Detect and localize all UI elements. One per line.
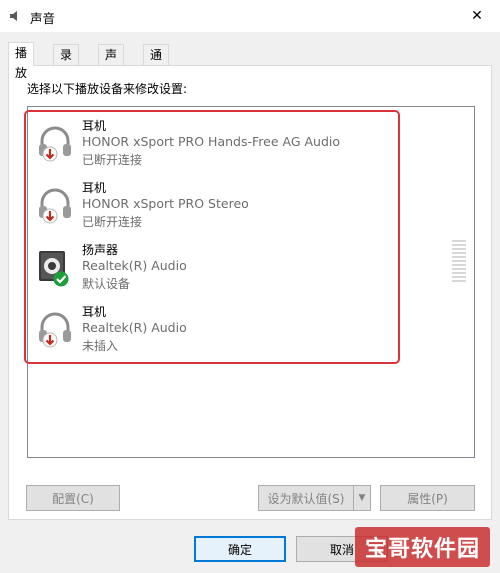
- chevron-down-icon: ▼: [358, 493, 366, 503]
- tab-sounds[interactable]: 声音: [98, 44, 125, 82]
- set-default-dropdown[interactable]: ▼: [354, 485, 371, 511]
- speaker-app-icon: [10, 11, 17, 21]
- instructions-label: 选择以下播放设备来修改设置:: [27, 82, 188, 96]
- properties-button[interactable]: 属性(P): [380, 485, 475, 511]
- tab-playback[interactable]: 播放: [8, 42, 35, 80]
- close-button[interactable]: ✕: [454, 0, 500, 32]
- set-default-button[interactable]: 设为默认值(S): [258, 485, 354, 511]
- configure-button[interactable]: 配置(C): [26, 485, 120, 511]
- tab-communications[interactable]: 通信: [143, 44, 170, 82]
- close-icon: ✕: [471, 8, 483, 24]
- window-title: 声音: [30, 11, 56, 26]
- ok-button[interactable]: 确定: [194, 536, 286, 562]
- title-bar: 声音 ✕: [0, 0, 500, 32]
- watermark: 宝哥软件园: [355, 527, 490, 567]
- highlight-annotation: [24, 110, 400, 364]
- scrollbar-thumb[interactable]: [452, 240, 466, 284]
- tab-recording[interactable]: 录制: [53, 44, 80, 82]
